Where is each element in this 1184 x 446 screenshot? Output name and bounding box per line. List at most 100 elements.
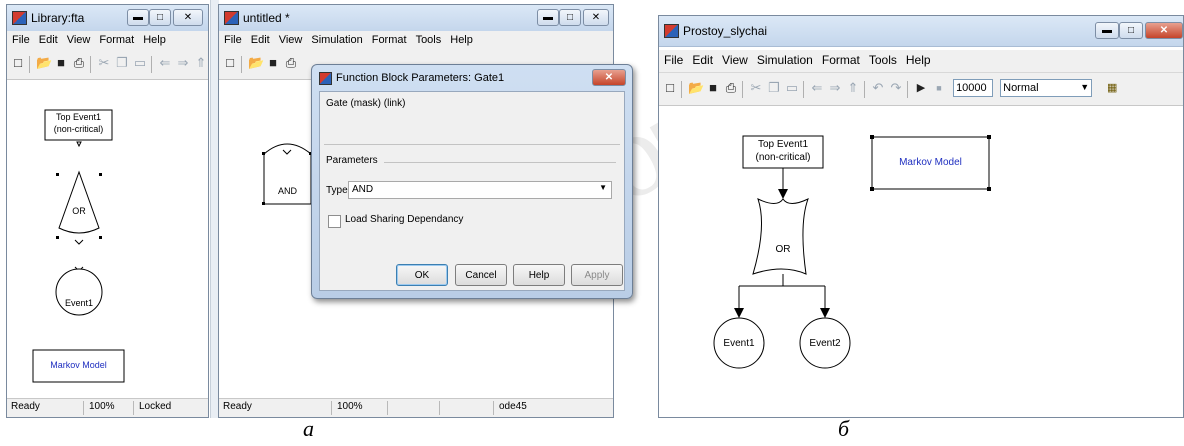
new-icon[interactable]: □	[11, 56, 25, 70]
open-icon[interactable]: 📂	[36, 56, 52, 70]
menu-edit[interactable]: Edit	[687, 50, 717, 67]
ok-button[interactable]: OK	[396, 264, 448, 286]
or-gate-block[interactable]: OR	[59, 206, 99, 216]
new-icon[interactable]: □	[223, 56, 237, 70]
menu-bar: File Edit View Format Help	[7, 31, 208, 52]
stop-time-input[interactable]: 10000	[953, 79, 994, 97]
play-icon[interactable]: ▶	[914, 81, 928, 95]
markov-model-block[interactable]: Markov Model	[33, 360, 124, 370]
or-gate-block[interactable]: OR	[763, 244, 803, 255]
close-button[interactable]: ✕	[1145, 22, 1183, 39]
menu-file[interactable]: File	[219, 31, 246, 46]
event-block[interactable]: Event1	[56, 298, 102, 308]
menu-file[interactable]: File	[7, 31, 34, 46]
back-icon[interactable]: ⇐	[158, 56, 172, 70]
menu-simulation[interactable]: Simulation	[306, 31, 366, 46]
save-icon[interactable]: ■	[266, 56, 280, 70]
toolbar-separator	[907, 81, 908, 98]
up-icon[interactable]: ⇑	[194, 56, 208, 70]
open-icon[interactable]: 📂	[248, 56, 264, 70]
menu-view[interactable]: View	[274, 31, 307, 46]
header-divider	[324, 144, 620, 145]
title-bar: untitled * ▬ □ ✕	[219, 5, 613, 32]
library-canvas: Top Event1 (non-critical) OR Event1 Mark…	[7, 80, 208, 399]
menu-format[interactable]: Format	[817, 50, 864, 67]
save-icon[interactable]: ■	[54, 56, 68, 70]
maximize-button[interactable]: □	[1119, 22, 1143, 39]
up-icon[interactable]: ⇑	[846, 81, 860, 95]
save-icon[interactable]: ■	[706, 81, 720, 95]
menu-format[interactable]: Format	[94, 31, 138, 46]
simulation-mode-value: Normal	[1003, 82, 1039, 94]
cut-icon[interactable]: ✂	[749, 81, 763, 95]
status-separator	[493, 401, 494, 415]
close-button[interactable]: ✕	[173, 9, 203, 26]
type-select[interactable]: AND ▼	[348, 181, 612, 199]
event1-block[interactable]: Event1	[714, 338, 764, 349]
maximize-button[interactable]: □	[559, 9, 581, 26]
print-icon[interactable]: ⎙	[724, 81, 738, 95]
copy-icon[interactable]: ❐	[767, 81, 781, 95]
menu-tools[interactable]: Tools	[411, 31, 446, 46]
menu-view[interactable]: View	[717, 50, 752, 67]
help-button[interactable]: Help	[513, 264, 565, 286]
toolbar: □ 📂 ■ ⎙ ✂ ❐ ▭ ⇐ ⇒ ⇑	[7, 51, 208, 80]
menu-simulation[interactable]: Simulation	[752, 50, 817, 67]
redo-icon[interactable]: ↷	[889, 81, 903, 95]
menu-file[interactable]: File	[659, 50, 687, 67]
event2-block[interactable]: Event2	[800, 338, 850, 349]
dialog-close-button[interactable]: ✕	[592, 69, 626, 86]
toolbar-separator	[681, 81, 682, 98]
forward-icon[interactable]: ⇒	[176, 56, 190, 70]
menu-help[interactable]: Help	[901, 50, 935, 67]
or-gate-shape	[752, 198, 809, 275]
back-icon[interactable]: ⇐	[810, 81, 824, 95]
markov-model-block[interactable]: Markov Model	[872, 157, 989, 168]
app-icon	[224, 11, 239, 25]
and-gate-block[interactable]: AND	[264, 186, 311, 196]
parameters-section-label: Parameters	[326, 155, 378, 166]
dialog-title: Function Block Parameters: Gate1	[336, 72, 505, 84]
model-browser-icon[interactable]: ▦	[1105, 81, 1119, 95]
copy-icon[interactable]: ❐	[115, 56, 129, 70]
menu-edit[interactable]: Edit	[246, 31, 274, 46]
menu-format[interactable]: Format	[367, 31, 411, 46]
minimize-button[interactable]: ▬	[127, 9, 149, 26]
parameters-divider	[384, 162, 616, 163]
menu-edit[interactable]: Edit	[34, 31, 62, 46]
paste-icon[interactable]: ▭	[785, 81, 799, 95]
simulation-mode-select[interactable]: Normal ▼	[1000, 79, 1093, 97]
forward-icon[interactable]: ⇒	[828, 81, 842, 95]
load-sharing-label: Load Sharing Dependancy	[345, 214, 464, 225]
minimize-button[interactable]: ▬	[1095, 22, 1119, 39]
maximize-button[interactable]: □	[149, 9, 171, 26]
menu-tools[interactable]: Tools	[864, 50, 901, 67]
status-zoom: 100%	[337, 401, 363, 412]
menu-help[interactable]: Help	[138, 31, 170, 46]
undo-icon[interactable]: ↶	[871, 81, 885, 95]
open-icon[interactable]: 📂	[688, 81, 704, 95]
cancel-button[interactable]: Cancel	[455, 264, 507, 286]
print-icon[interactable]: ⎙	[72, 56, 86, 70]
close-button[interactable]: ✕	[583, 9, 609, 26]
print-icon[interactable]: ⎙	[284, 56, 298, 70]
status-separator	[133, 401, 134, 415]
and-gate-shape	[262, 143, 312, 205]
caption-a: а	[303, 416, 314, 441]
status-ready: Ready	[11, 401, 40, 412]
top-event-label[interactable]: Top Event1	[743, 139, 823, 150]
output-port-icon	[76, 141, 82, 148]
menu-view[interactable]: View	[62, 31, 95, 46]
paste-icon[interactable]: ▭	[133, 56, 147, 70]
title-bar: Library:fta ▬ □ ✕	[7, 5, 208, 32]
minimize-button[interactable]: ▬	[537, 9, 559, 26]
load-sharing-checkbox[interactable]	[328, 215, 341, 228]
menu-help[interactable]: Help	[445, 31, 477, 46]
menu-bar: File Edit View Simulation Format Tools Help	[219, 31, 613, 52]
status-separator	[439, 401, 440, 415]
apply-button[interactable]: Apply	[571, 264, 623, 286]
new-icon[interactable]: □	[663, 81, 677, 95]
stop-icon[interactable]: ■	[932, 81, 946, 95]
cut-icon[interactable]: ✂	[97, 56, 111, 70]
status-solver: ode45	[499, 401, 527, 412]
